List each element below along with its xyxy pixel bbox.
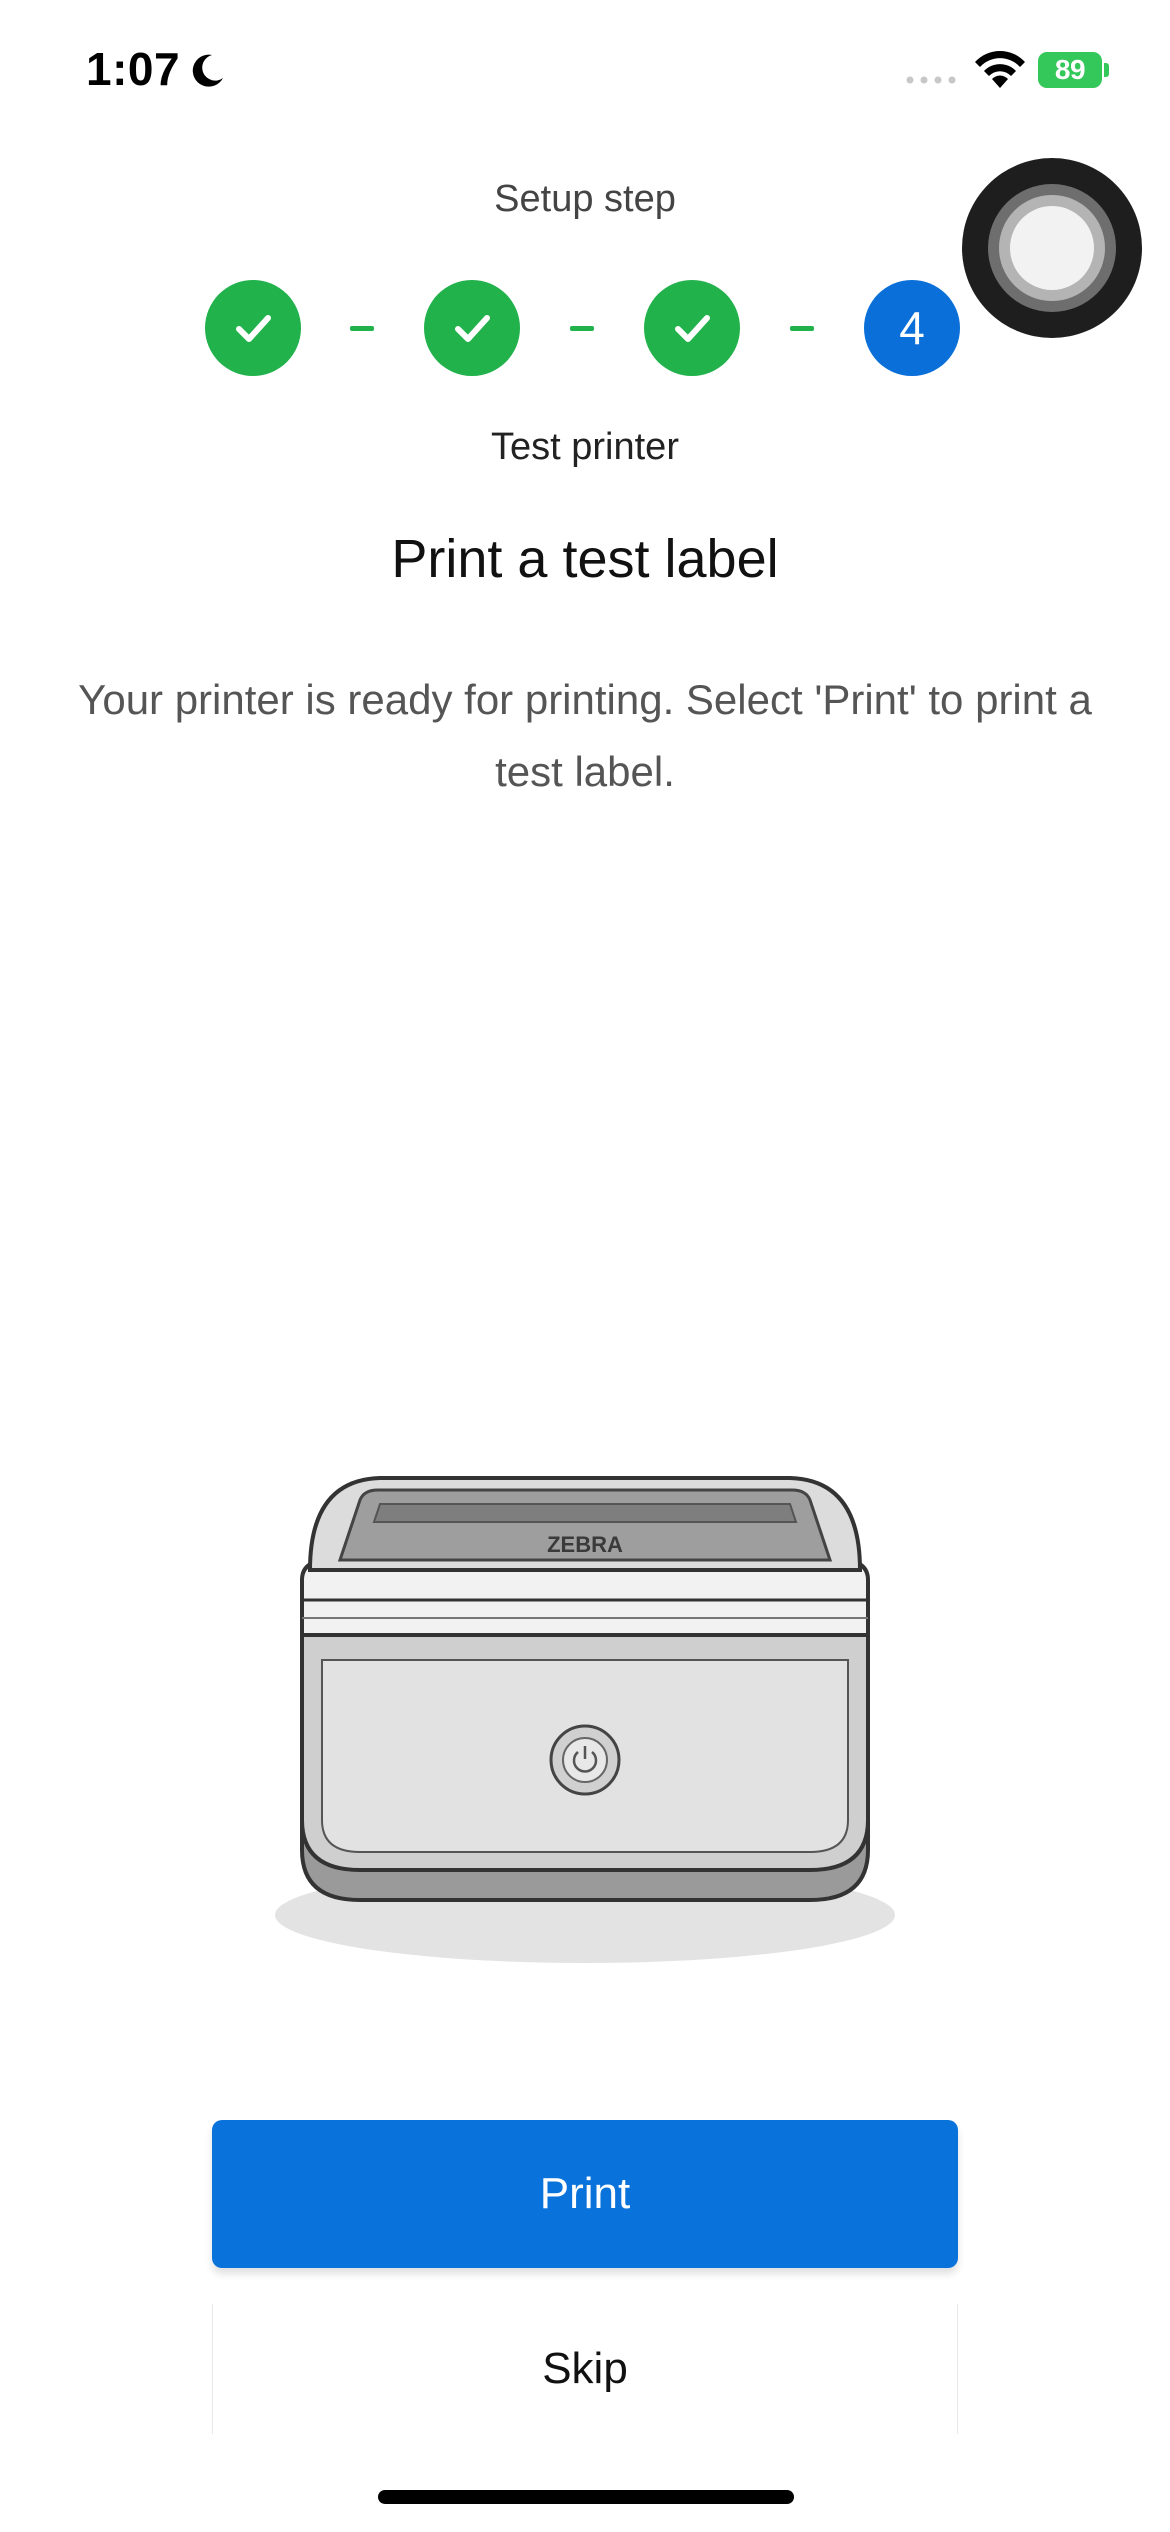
moon-icon — [192, 54, 223, 87]
status-bar: 1:07 89 — [0, 0, 1170, 150]
step-connector — [790, 326, 814, 331]
page-title: Print a test label — [391, 529, 779, 589]
print-button[interactable]: Print — [212, 2120, 958, 2268]
printer-illustration: ZEBRA — [275, 1476, 895, 1963]
battery-tip — [1104, 63, 1109, 77]
step-3-complete — [644, 280, 740, 376]
checkmark-icon — [455, 315, 490, 342]
setup-stepper: 4 — [0, 280, 1170, 376]
skip-button[interactable]: Skip — [212, 2304, 958, 2434]
step-4-current: 4 — [864, 280, 960, 376]
checkmark-icon — [675, 315, 710, 342]
wifi-icon — [975, 51, 1025, 88]
checkmark-icon — [236, 315, 271, 342]
page-description: Your printer is ready for printing. Sele… — [78, 676, 1092, 795]
step-connector — [350, 326, 374, 331]
status-time: 1:07 — [86, 43, 181, 95]
step-2-complete — [424, 280, 520, 376]
step-1-complete — [205, 280, 301, 376]
battery-icon: 89 — [1038, 52, 1110, 88]
signal-icon — [906, 76, 956, 84]
step-connector — [570, 326, 594, 331]
current-step-caption: Test printer — [491, 426, 679, 468]
setup-screen: 1:07 89 Setup step 4 Test printer Print … — [0, 0, 1170, 2532]
setup-step-heading: Setup step — [494, 178, 676, 220]
battery-level: 89 — [1038, 52, 1102, 88]
home-indicator[interactable] — [378, 2490, 794, 2504]
printer-brand-text: ZEBRA — [547, 1532, 623, 1557]
